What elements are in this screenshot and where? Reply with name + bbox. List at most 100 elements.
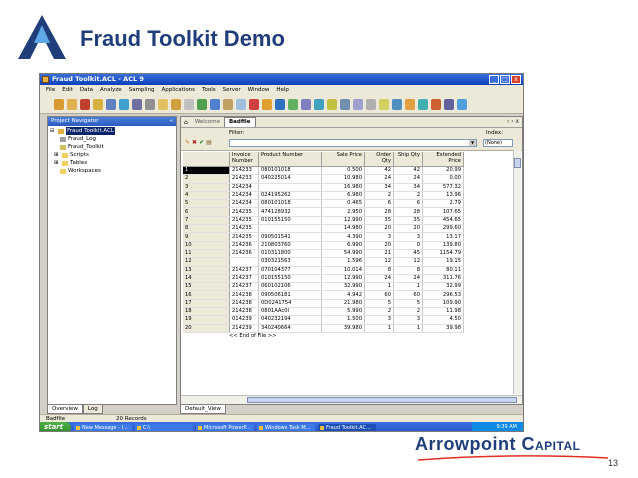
order-qty-cell[interactable]: 3 (364, 232, 394, 242)
row-number[interactable]: 16 (183, 290, 230, 300)
view-nav-buttons[interactable]: ‹ › x (507, 118, 519, 125)
table-row[interactable]: 2 214233 040225014 10.980 24 24 0.00 (183, 174, 464, 184)
verify-icon[interactable] (197, 98, 207, 110)
extended-price-cell[interactable]: 577.32 (422, 183, 464, 192)
ship-qty-cell[interactable]: 28 (393, 207, 423, 217)
order-qty-cell[interactable]: 24 (364, 174, 394, 184)
ship-qty-cell[interactable]: 8 (393, 266, 423, 275)
fuzzy-duplicates-icon[interactable] (379, 98, 389, 110)
invoice-number-cell[interactable]: 214237 (229, 274, 259, 284)
extended-price-cell[interactable]: 13.96 (422, 191, 464, 201)
save-icon[interactable] (93, 98, 103, 110)
product-number-cell[interactable]: 040225014 (258, 174, 322, 184)
expand-toggle-icon[interactable]: ⊞ (54, 159, 60, 167)
order-qty-cell[interactable]: 24 (364, 274, 394, 284)
column-header-sale-price[interactable]: Sale Price (321, 152, 365, 167)
histogram-icon[interactable] (288, 98, 298, 110)
sale-price-cell[interactable]: 6.980 (321, 191, 365, 201)
ship-qty-cell[interactable]: 24 (393, 174, 423, 184)
sale-price-cell[interactable]: 54.990 (321, 249, 365, 259)
order-qty-cell[interactable]: 20 (364, 224, 394, 234)
duplicates-icon[interactable] (366, 98, 376, 110)
invoice-number-cell[interactable]: 214234 (229, 183, 259, 192)
row-number[interactable]: 15 (183, 282, 230, 292)
product-number-cell[interactable]: 040232194 (258, 315, 322, 325)
sale-price-cell[interactable]: 4.942 (321, 290, 365, 300)
invoice-number-cell[interactable]: 214239 (229, 324, 259, 333)
close-button[interactable]: x (511, 75, 521, 84)
edit-icon[interactable] (184, 98, 194, 110)
extended-price-cell[interactable]: 80.11 (422, 266, 464, 275)
table-row[interactable]: 1 214233 080101018 0.500 42 42 20.99 (183, 166, 464, 176)
menu-data[interactable]: Data (80, 87, 93, 93)
join-icon[interactable] (405, 98, 415, 110)
order-qty-cell[interactable]: 5 (364, 299, 394, 309)
print-icon[interactable] (106, 98, 116, 110)
total-icon[interactable] (223, 98, 233, 110)
apply-filter-icon[interactable]: ✔ (199, 139, 204, 147)
table-row[interactable]: 17 214238 0D0241754 21.980 5 5 109.90 (183, 299, 464, 309)
column-header-order-qty[interactable]: Order Qty (364, 152, 394, 167)
extended-price-cell[interactable]: 454.65 (422, 216, 464, 226)
row-number[interactable]: 5 (183, 199, 230, 209)
row-number[interactable]: 8 (183, 224, 230, 234)
extended-price-cell[interactable]: 139.80 (422, 241, 464, 250)
order-qty-cell[interactable]: 34 (364, 183, 394, 192)
extended-price-cell[interactable]: 311.76 (422, 274, 464, 284)
table-row[interactable]: 3 214234 16.980 34 34 577.32 (183, 183, 464, 192)
row-number[interactable]: 11 (183, 249, 230, 259)
extended-price-cell[interactable]: 32.99 (422, 282, 464, 292)
table-row[interactable]: 8 214235 14.980 20 20 299.60 (183, 224, 464, 234)
sale-price-cell[interactable]: 0.500 (321, 166, 365, 176)
product-number-cell[interactable]: 474128932 (258, 207, 322, 217)
table-row[interactable]: 7 214235 010155150 12.990 35 35 454.65 (183, 216, 464, 226)
sale-price-cell[interactable]: 5.990 (321, 307, 365, 317)
stratify-icon[interactable] (249, 98, 259, 110)
menu-tools[interactable]: Tools (202, 87, 216, 93)
order-qty-cell[interactable]: 12 (364, 257, 394, 267)
order-qty-cell[interactable]: 20 (364, 241, 394, 250)
extended-price-cell[interactable]: 109.90 (422, 299, 464, 309)
row-number[interactable]: 19 (183, 315, 230, 325)
sale-price-cell[interactable]: 2.950 (321, 207, 365, 217)
row-number[interactable]: 12 (183, 257, 230, 267)
invoice-number-cell[interactable]: 214234 (229, 199, 259, 209)
menu-help[interactable]: Help (276, 87, 289, 93)
table-row[interactable]: 15 214237 060102106 32.990 1 1 32.99 (183, 282, 464, 292)
product-number-cell[interactable]: 080101018 (258, 199, 322, 209)
menu-edit[interactable]: Edit (62, 87, 73, 93)
script-icon[interactable] (171, 98, 181, 110)
start-button[interactable]: start (40, 422, 72, 431)
product-number-cell[interactable]: 080101018 (258, 166, 322, 176)
table-row[interactable]: 11 214236 010311800 54.990 21 45 1154.79 (183, 249, 464, 259)
row-number[interactable]: 2 (183, 174, 230, 184)
export-icon[interactable] (431, 98, 441, 110)
row-number[interactable]: 18 (183, 307, 230, 317)
column-header-ship-qty[interactable]: Ship Qty (393, 152, 423, 167)
ship-qty-cell[interactable]: 45 (393, 249, 423, 259)
invoice-number-cell[interactable]: 214235 (229, 216, 259, 226)
product-number-cell[interactable]: 010155150 (258, 216, 322, 226)
product-number-cell[interactable]: 090506181 (258, 290, 322, 300)
row-number[interactable]: 7 (183, 216, 230, 226)
taskbar-item-powerpoint[interactable]: Microsoft PowerP... (196, 423, 255, 431)
horizontal-scrollbar[interactable] (181, 395, 522, 404)
order-qty-cell[interactable]: 1 (364, 282, 394, 292)
minimize-button[interactable]: _ (489, 75, 499, 84)
table-row[interactable]: 9 214235 090501541 4.390 3 3 13.17 (183, 232, 464, 242)
ship-qty-cell[interactable]: 1 (393, 282, 423, 292)
invoice-number-cell[interactable]: 214235 (229, 207, 259, 217)
order-qty-cell[interactable]: 42 (364, 166, 394, 176)
table-row[interactable]: 20 214239 340240664 39.980 1 1 39.98 (183, 324, 464, 333)
table-row[interactable]: 4 214234 024195262 6.980 2 2 13.96 (183, 191, 464, 201)
row-number[interactable]: 3 (183, 183, 230, 192)
ship-qty-cell[interactable]: 34 (393, 183, 423, 192)
sale-price-cell[interactable]: 0.465 (321, 199, 365, 209)
extended-price-cell[interactable]: 0.00 (422, 174, 464, 184)
extended-price-cell[interactable]: 1154.79 (422, 249, 464, 259)
tree-item-workspaces[interactable]: Workspaces (50, 167, 176, 175)
filter-history-icon[interactable]: ▤ (206, 139, 212, 147)
extended-price-cell[interactable]: 296.53 (422, 290, 464, 300)
extended-price-cell[interactable]: 39.98 (422, 324, 464, 333)
invoice-number-cell[interactable] (229, 257, 259, 267)
